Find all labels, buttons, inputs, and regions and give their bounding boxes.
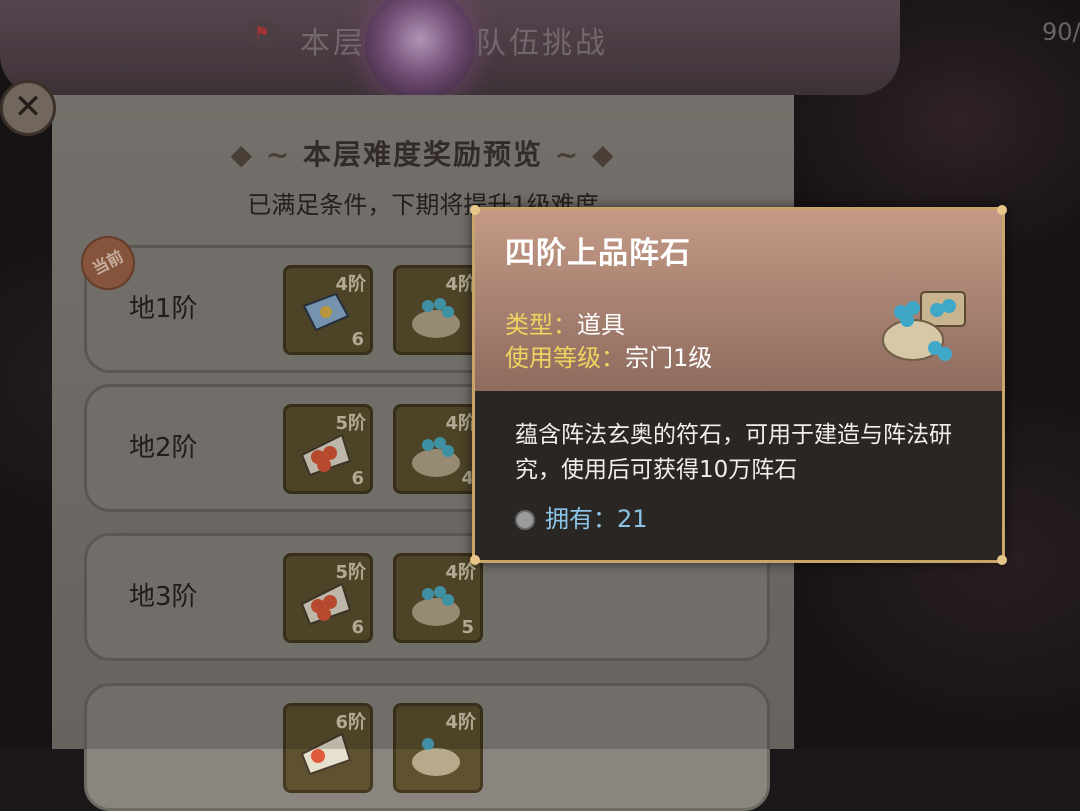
reward-item-slot[interactable]: 4阶 5: [393, 553, 483, 643]
owned-count: 拥有：21: [515, 499, 648, 534]
owned-value: 21: [617, 505, 648, 533]
item-type-key: 类型：: [505, 311, 577, 339]
item-tier: 5阶: [335, 562, 366, 583]
item-tier: 5阶: [335, 413, 366, 434]
formation-stone-bag-icon: [882, 291, 966, 361]
item-type-line: 类型：道具: [505, 305, 625, 340]
reward-item-slot[interactable]: 4阶: [393, 703, 483, 793]
tier-label: 地3阶: [129, 582, 198, 612]
owned-label: 拥有：: [545, 505, 617, 533]
header-bar: ⚑ 本层 队伍挑战: [0, 0, 900, 100]
item-tier: 4阶: [445, 712, 476, 733]
tier-label: 地1阶: [129, 294, 198, 324]
item-description: 蕴含阵法玄奥的符石，可用于建造与阵法研究，使用后可获得10万阵石: [515, 422, 952, 483]
item-count: 6: [351, 329, 364, 350]
reward-item-slot[interactable]: 4阶 4: [393, 404, 483, 494]
corner-ornament: [470, 205, 480, 215]
header-title: 本层 队伍挑战: [300, 18, 608, 62]
item-level-line: 使用等级：宗门1级: [505, 338, 712, 373]
tier-row-4[interactable]: 6阶 4阶: [84, 683, 770, 811]
item-type-value: 道具: [577, 311, 625, 339]
item-tier: 6阶: [335, 712, 366, 733]
reward-item-slot[interactable]: 5阶 6: [283, 553, 373, 643]
tier-label: 地2阶: [129, 433, 198, 463]
tooltip-header: 四阶上品阵石 类型：道具 使用等级：宗门1级: [475, 210, 1002, 391]
panel-title: ◆ ~ 本层难度奖励预览 ~ ◆: [230, 138, 616, 171]
flag-icon: ⚑: [248, 20, 276, 48]
close-button[interactable]: ✕: [0, 80, 56, 136]
item-count: 6: [351, 617, 364, 638]
reward-item-slot[interactable]: 4阶: [393, 265, 483, 355]
item-count: 6: [351, 468, 364, 489]
panel-title-text: 本层难度奖励预览: [302, 138, 543, 171]
reward-item-slot[interactable]: 5阶 6: [283, 404, 373, 494]
header-title-prefix: 本层: [300, 26, 366, 61]
item-tier: 4阶: [335, 274, 366, 295]
item-tooltip: 四阶上品阵石 类型：道具 使用等级：宗门1级 蕴含阵法玄奥的符石，可用于建造与阵…: [470, 205, 1007, 565]
corner-ornament: [997, 205, 1007, 215]
header-title-suffix: 队伍挑战: [476, 26, 608, 61]
item-count: 5: [461, 617, 474, 638]
progress-counter: 90/: [1042, 18, 1080, 46]
item-level-value: 宗门1级: [625, 344, 713, 372]
item-name: 四阶上品阵石: [505, 236, 691, 271]
reward-item-slot[interactable]: 6阶: [283, 703, 373, 793]
corner-ornament: [997, 555, 1007, 565]
coin-icon: [515, 510, 535, 530]
corner-ornament: [470, 555, 480, 565]
item-level-key: 使用等级：: [505, 344, 625, 372]
reward-item-slot[interactable]: 4阶 6: [283, 265, 373, 355]
